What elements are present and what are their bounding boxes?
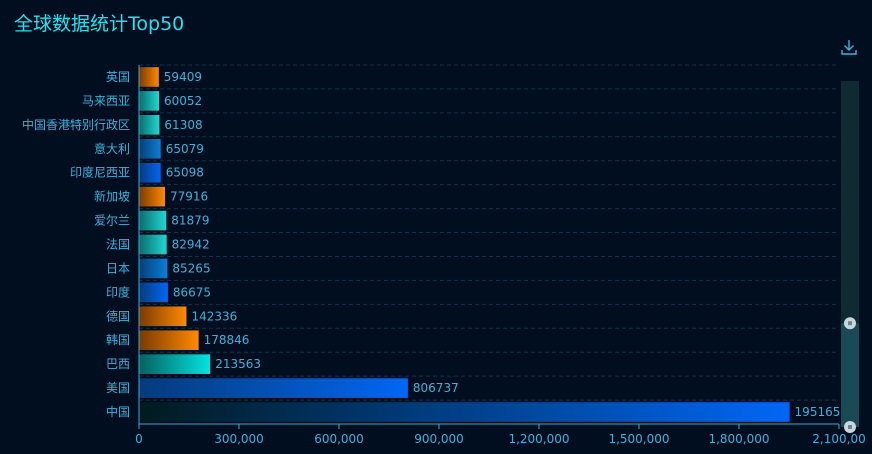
bar-value-label: 1951654 <box>795 405 848 419</box>
bar-value-label: 806737 <box>413 381 459 395</box>
category-label: 韩国 <box>106 332 130 347</box>
bar-value-label: 82942 <box>172 238 210 252</box>
category-label: 意大利 <box>94 141 130 156</box>
bar-value-label: 86675 <box>173 285 211 299</box>
bar[interactable] <box>139 162 161 183</box>
zoom-selection[interactable] <box>841 323 859 427</box>
bar-value-label: 213563 <box>215 357 261 371</box>
category-label: 美国 <box>106 381 130 395</box>
bar[interactable] <box>139 306 187 327</box>
bar[interactable] <box>139 282 168 303</box>
zoom-handle-grip-icon <box>848 425 852 429</box>
category-label: 中国香港特别行政区 <box>22 117 130 132</box>
x-tick-label: 1,800,000 <box>708 432 769 446</box>
category-label: 德国 <box>106 308 130 323</box>
x-tick-label: 1,200,000 <box>508 432 569 446</box>
zoom-handle-grip-icon <box>848 321 852 326</box>
bar-value-label: 60052 <box>164 94 202 108</box>
category-label: 法国 <box>106 238 130 252</box>
bar[interactable] <box>139 91 160 111</box>
bar-value-label: 77916 <box>170 190 208 204</box>
bar[interactable] <box>139 234 167 255</box>
bar[interactable] <box>139 330 199 351</box>
bar[interactable] <box>139 354 211 374</box>
bar[interactable] <box>139 67 159 87</box>
bar[interactable] <box>139 378 408 398</box>
bar[interactable] <box>139 186 165 207</box>
bar-value-label: 65079 <box>166 142 204 156</box>
category-label: 爱尔兰 <box>94 213 130 228</box>
bar-value-label: 178846 <box>204 333 250 347</box>
category-label: 巴西 <box>106 357 130 371</box>
bar[interactable] <box>139 210 167 231</box>
x-tick-label: 300,000 <box>214 432 264 446</box>
bar-value-label: 59409 <box>164 70 202 84</box>
bar-chart: 1951654 806737 213563 178846 142336 86675 8526… <box>22 64 866 446</box>
x-tick-label: 900,000 <box>414 432 464 446</box>
x-tick-label: 600,000 <box>314 432 364 446</box>
bar-value-label: 81879 <box>171 214 209 228</box>
category-label: 印度尼西亚 <box>70 165 130 180</box>
bar-value-label: 142336 <box>191 309 237 323</box>
bar-value-label: 61308 <box>164 118 202 132</box>
category-label: 日本 <box>106 261 130 275</box>
bar[interactable] <box>139 402 790 422</box>
x-tick-label: 2,100,00 <box>812 432 865 446</box>
category-label: 英国 <box>106 70 130 84</box>
bar-value-label: 65098 <box>166 166 204 180</box>
x-tick-label: 0 <box>135 432 143 446</box>
category-label: 新加坡 <box>94 189 130 204</box>
category-label: 中国 <box>106 404 130 419</box>
x-tick-label: 1,500,000 <box>608 432 669 446</box>
category-label: 马来西亚 <box>82 94 130 108</box>
category-label: 印度 <box>106 284 130 299</box>
bar[interactable] <box>139 138 161 159</box>
bar-value-label: 85265 <box>172 261 210 275</box>
bar[interactable] <box>139 115 160 135</box>
bar[interactable] <box>139 258 168 279</box>
